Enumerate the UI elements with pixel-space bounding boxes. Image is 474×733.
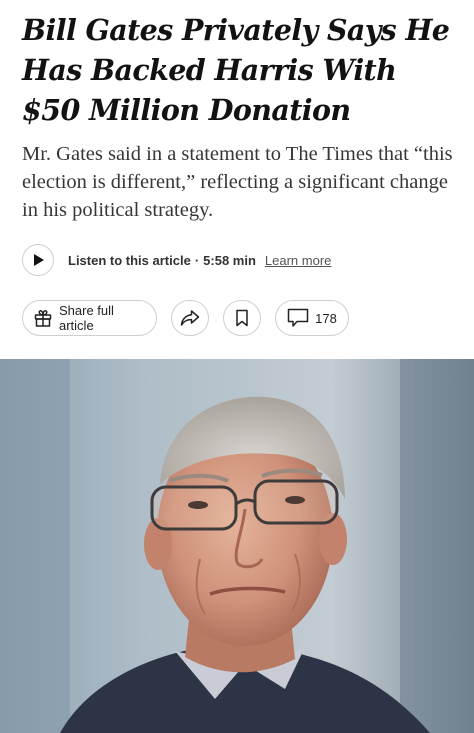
gift-icon	[33, 308, 53, 328]
share-button[interactable]	[171, 300, 209, 336]
comment-count: 178	[315, 310, 337, 326]
play-button[interactable]	[22, 244, 54, 276]
article-summary: Mr. Gates said in a statement to The Tim…	[22, 143, 453, 221]
share-full-article-button[interactable]: Share full article	[22, 300, 157, 336]
learn-more-link[interactable]: Learn more	[265, 253, 331, 268]
article: Bill Gates Privately Says He Has Backed …	[0, 0, 474, 733]
play-icon	[31, 253, 45, 267]
listen-label[interactable]: Listen to this article	[68, 253, 191, 268]
audio-duration: 5:58 min	[203, 252, 256, 268]
portrait-photo-illustration	[0, 359, 474, 733]
article-actions: Share full article 178	[22, 300, 363, 336]
comments-button[interactable]: 178	[275, 300, 349, 336]
share-arrow-icon	[180, 309, 200, 327]
save-bookmark-button[interactable]	[223, 300, 261, 336]
share-label: Share full article	[59, 303, 114, 333]
article-headline: Bill Gates Privately Says He Has Backed …	[22, 13, 450, 127]
audio-player: Listen to this article · 5:58 min Learn …	[22, 243, 331, 277]
listen-separator: ·	[194, 252, 200, 268]
article-hero-photo	[0, 359, 474, 733]
comment-bubble-icon	[287, 308, 309, 328]
bookmark-icon	[235, 309, 249, 327]
